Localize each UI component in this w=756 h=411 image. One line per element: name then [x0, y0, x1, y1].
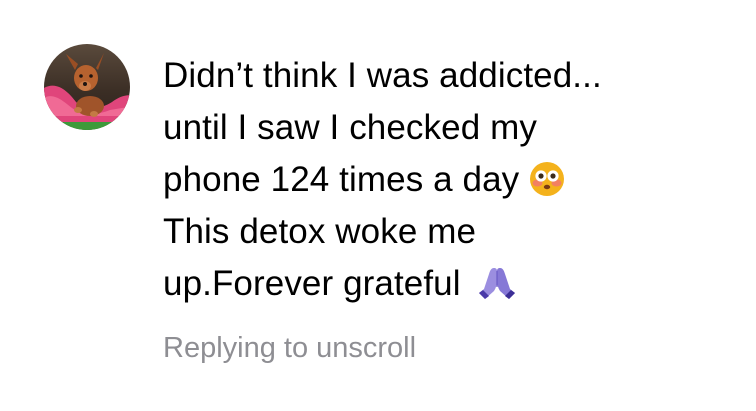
comment-item: Didn’t think I was addicted... until I s… — [0, 0, 756, 411]
comment-line-with-emoji: up.Forever grateful — [163, 258, 743, 310]
puppy-avatar-icon — [44, 44, 130, 130]
comment-line: Didn’t think I was addicted... — [163, 56, 602, 95]
folded-hands-icon — [477, 265, 517, 301]
comment-line: This detox woke me — [163, 212, 477, 251]
comment-line: phone 124 times a day — [163, 160, 520, 199]
avatar[interactable] — [44, 44, 130, 130]
flushed-face-icon — [529, 161, 565, 197]
comment-text: Didn’t think I was addicted... until I s… — [163, 50, 743, 310]
replying-to-label[interactable]: Replying to unscroll — [163, 330, 416, 366]
comment-line-with-emoji: phone 124 times a day — [163, 154, 743, 206]
comment-line: up.Forever grateful — [163, 264, 461, 303]
comment-line: until I saw I checked my — [163, 108, 537, 147]
